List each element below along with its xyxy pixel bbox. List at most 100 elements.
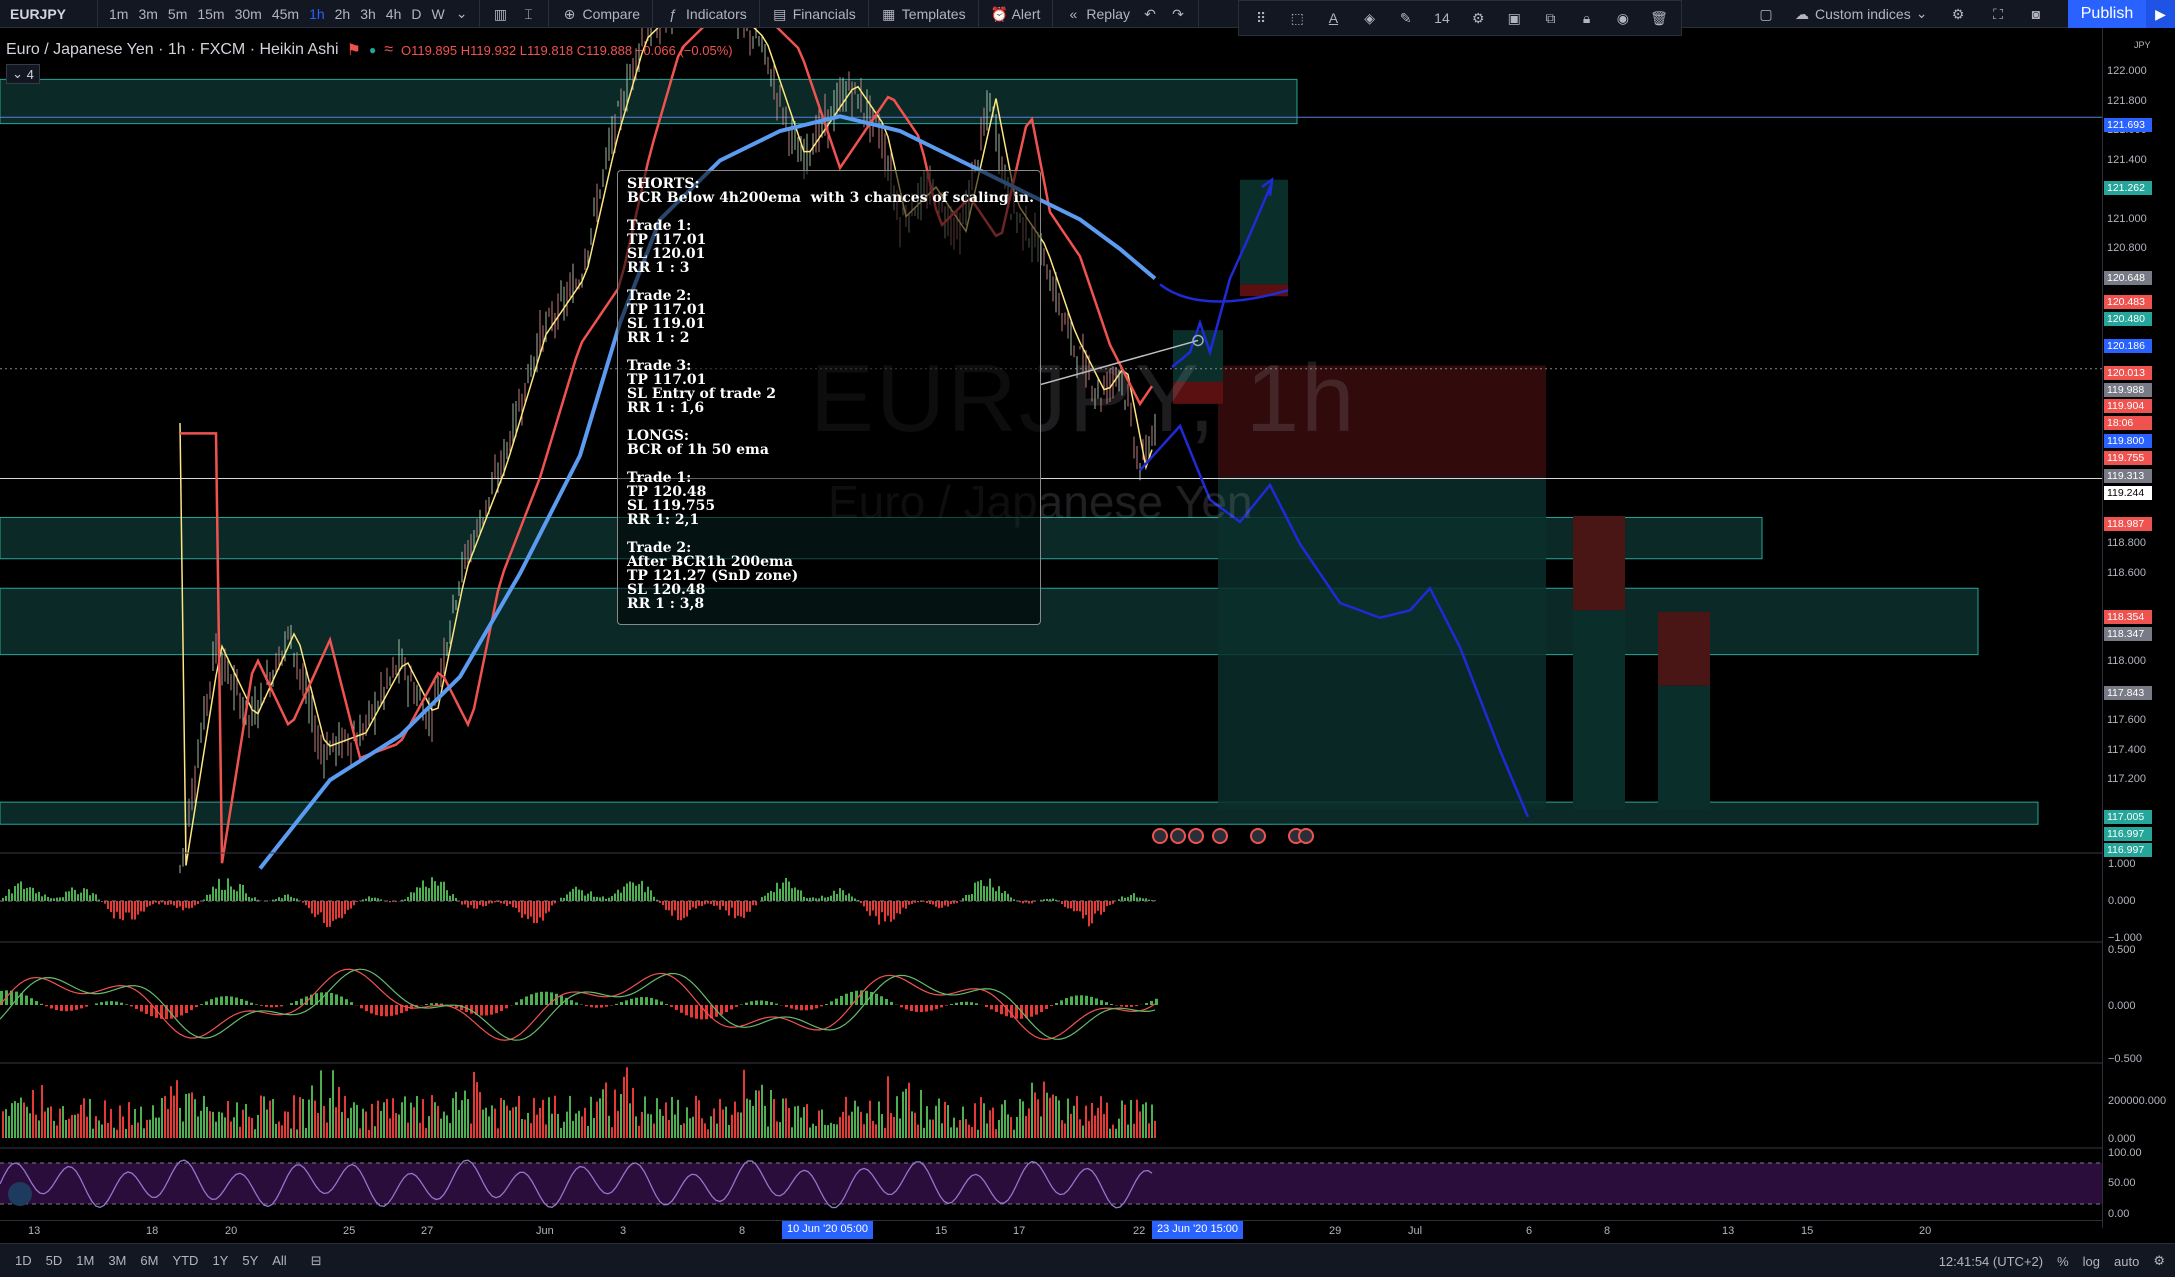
volume-axis-label: 0.000 <box>2108 1133 2136 1145</box>
interval-4h[interactable]: 4h <box>381 6 407 22</box>
time-label: 18 <box>146 1225 159 1237</box>
histogram-bar <box>8 889 10 901</box>
volume-bar <box>266 1109 268 1138</box>
range-5y[interactable]: 5Y <box>235 1253 265 1268</box>
interval-dropdown-icon[interactable]: ⌄ <box>450 5 474 22</box>
rewind-icon: « <box>1069 5 1078 22</box>
redo-button[interactable]: ↷ <box>1164 6 1192 22</box>
volume-bar <box>752 1105 754 1138</box>
layout-button[interactable]: ▢ <box>1752 6 1780 22</box>
account-button[interactable]: ▶ <box>2146 0 2175 28</box>
auto-toggle[interactable]: auto <box>2114 1254 2139 1269</box>
alert-button[interactable]: ⏰ Alert <box>985 6 1047 22</box>
histogram-bar <box>1030 1005 1033 1017</box>
histogram-bar <box>347 901 349 911</box>
templates-button[interactable]: ▦ Templates <box>875 6 972 22</box>
event-icon <box>1152 828 1168 844</box>
indicator-logo <box>8 1182 32 1206</box>
interval-15m[interactable]: 15m <box>192 6 229 22</box>
histogram-bar <box>617 889 619 901</box>
percent-toggle[interactable]: % <box>2057 1254 2069 1269</box>
volume-bar <box>890 1113 892 1138</box>
interval-30m[interactable]: 30m <box>230 6 267 22</box>
volume-bar <box>1052 1094 1054 1138</box>
range-5d[interactable]: 5D <box>39 1253 70 1268</box>
histogram-bar <box>485 901 487 907</box>
play-circle-icon: ▶ <box>2155 5 2166 22</box>
volume-bar <box>74 1114 76 1138</box>
histogram-bar <box>446 890 448 901</box>
time-label: 15 <box>935 1225 948 1237</box>
replay-button[interactable]: « Replay <box>1059 6 1136 22</box>
volume-bar <box>203 1095 205 1138</box>
histogram-bar <box>614 893 616 901</box>
fullscreen-button[interactable]: ⛶ <box>1984 6 2012 22</box>
histogram-bar <box>710 901 712 905</box>
rsi-axis-label: 50.00 <box>2108 1177 2136 1189</box>
range-1d[interactable]: 1D <box>8 1253 39 1268</box>
volume-bar <box>785 1098 787 1138</box>
snapshot-button[interactable]: ◙ <box>2022 6 2050 22</box>
date-range-button[interactable]: ⊟ <box>304 1253 329 1269</box>
chart-type-button[interactable]: ▥ <box>486 6 514 22</box>
interval-W[interactable]: W <box>427 6 450 22</box>
histogram-bar <box>782 882 784 901</box>
range-all[interactable]: All <box>265 1253 293 1268</box>
histogram-bar <box>902 901 904 908</box>
volume-bar <box>65 1119 67 1138</box>
histogram-bar <box>480 1005 483 1016</box>
range-ytd[interactable]: YTD <box>165 1253 205 1268</box>
histogram-bar <box>900 1005 903 1008</box>
histogram-bar <box>520 999 523 1005</box>
collapse-indicators-button[interactable]: ⌄ 4 <box>6 64 40 84</box>
interval-3m[interactable]: 3m <box>133 6 162 22</box>
interval-D[interactable]: D <box>406 6 426 22</box>
chart-canvas[interactable] <box>0 28 2102 1220</box>
histogram-bar <box>365 898 367 901</box>
clock[interactable]: 12:41:54 (UTC+2) <box>1939 1254 2043 1269</box>
histogram-bar <box>572 888 574 901</box>
log-toggle[interactable]: log <box>2083 1254 2100 1269</box>
histogram-bar <box>53 898 55 901</box>
range-6m[interactable]: 6M <box>133 1253 165 1268</box>
histogram-bar <box>800 1005 803 1011</box>
range-3m[interactable]: 3M <box>101 1253 133 1268</box>
interval-1h[interactable]: 1h <box>304 6 330 22</box>
histogram-bar <box>945 1005 948 1006</box>
indicators-button[interactable]: ƒ Indicators <box>659 6 753 22</box>
histogram-bar <box>795 1005 798 1010</box>
interval-2h[interactable]: 2h <box>330 6 356 22</box>
volume-bar <box>1022 1101 1024 1138</box>
compare-button[interactable]: ⊕ Compare <box>555 6 646 22</box>
volume-bar <box>218 1111 220 1138</box>
price-tag: 119.244 <box>2104 486 2152 500</box>
undo-button[interactable]: ↶ <box>1136 6 1164 22</box>
histogram-bar <box>815 1005 818 1009</box>
flag-icon: ⚑ <box>346 42 361 59</box>
range-1m[interactable]: 1M <box>69 1253 101 1268</box>
histogram-bar <box>974 882 976 901</box>
histogram-bar <box>765 1001 768 1005</box>
range-1y[interactable]: 1Y <box>205 1253 235 1268</box>
trade-plan-note[interactable]: SHORTS: BCR Below 4h200ema with 3 chance… <box>617 170 1041 625</box>
short-target-zone <box>1218 477 1546 810</box>
interval-3h[interactable]: 3h <box>355 6 381 22</box>
financials-button[interactable]: ▤ Financials <box>766 6 862 22</box>
histogram-bar <box>188 901 190 909</box>
time-axis[interactable] <box>0 1220 2102 1240</box>
custom-indices-button[interactable]: ☁ Custom indices ⌄ <box>1788 5 1933 22</box>
symbol-search[interactable]: EURJPY <box>0 0 98 27</box>
volume-bar <box>389 1118 391 1138</box>
histogram-bar <box>100 1002 103 1005</box>
interval-45m[interactable]: 45m <box>267 6 304 22</box>
interval-1m[interactable]: 1m <box>104 6 133 22</box>
chart-style-button[interactable]: ⌶ <box>514 6 542 22</box>
histogram-bar <box>737 901 739 916</box>
settings-icon[interactable]: ⚙ <box>2153 1253 2165 1269</box>
volume-bar <box>5 1109 7 1138</box>
histogram-bar <box>638 884 640 901</box>
volume-bar <box>398 1114 400 1138</box>
settings-button[interactable]: ⚙ <box>1944 6 1972 22</box>
publish-button[interactable]: Publish <box>2068 0 2146 28</box>
interval-5m[interactable]: 5m <box>163 6 192 22</box>
